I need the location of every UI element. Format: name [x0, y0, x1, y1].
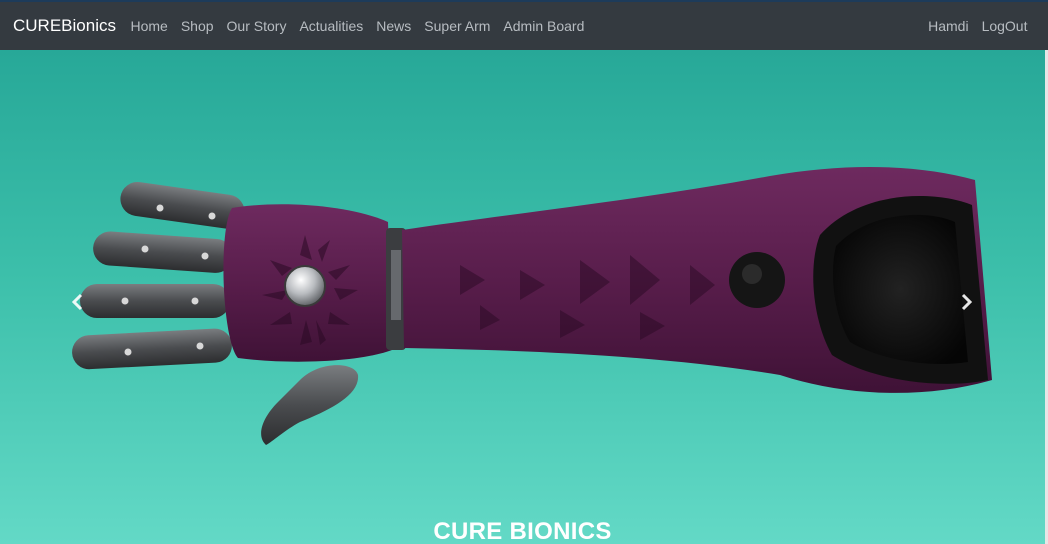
nav-link-our-story[interactable]: Our Story	[220, 18, 293, 34]
nav-link-admin-board[interactable]: Admin Board	[497, 18, 591, 34]
nav-link-shop[interactable]: Shop	[174, 18, 220, 34]
nav-link-news[interactable]: News	[370, 18, 418, 34]
nav-user-area: Hamdi LogOut	[922, 18, 1034, 34]
hero-carousel: CURE BIONICS	[0, 50, 1045, 544]
chevron-left-icon[interactable]	[66, 290, 90, 314]
nav-link-home[interactable]: Home	[124, 18, 174, 34]
brand-logo[interactable]: CUREBionics	[13, 16, 116, 36]
nav-links: Home Shop Our Story Actualities News Sup…	[124, 18, 591, 34]
forearm	[402, 166, 992, 393]
top-navbar: CUREBionics Home Shop Our Story Actualit…	[0, 2, 1048, 50]
palm	[223, 204, 392, 362]
carousel-caption: CURE BIONICS	[433, 518, 612, 544]
nav-user-name[interactable]: Hamdi	[922, 18, 975, 34]
nav-link-super-arm[interactable]: Super Arm	[418, 18, 497, 34]
chevron-right-icon[interactable]	[954, 290, 978, 314]
nav-link-actualities[interactable]: Actualities	[293, 18, 370, 34]
prosthetic-arm-image	[72, 166, 992, 445]
nav-logout[interactable]: LogOut	[975, 18, 1034, 34]
